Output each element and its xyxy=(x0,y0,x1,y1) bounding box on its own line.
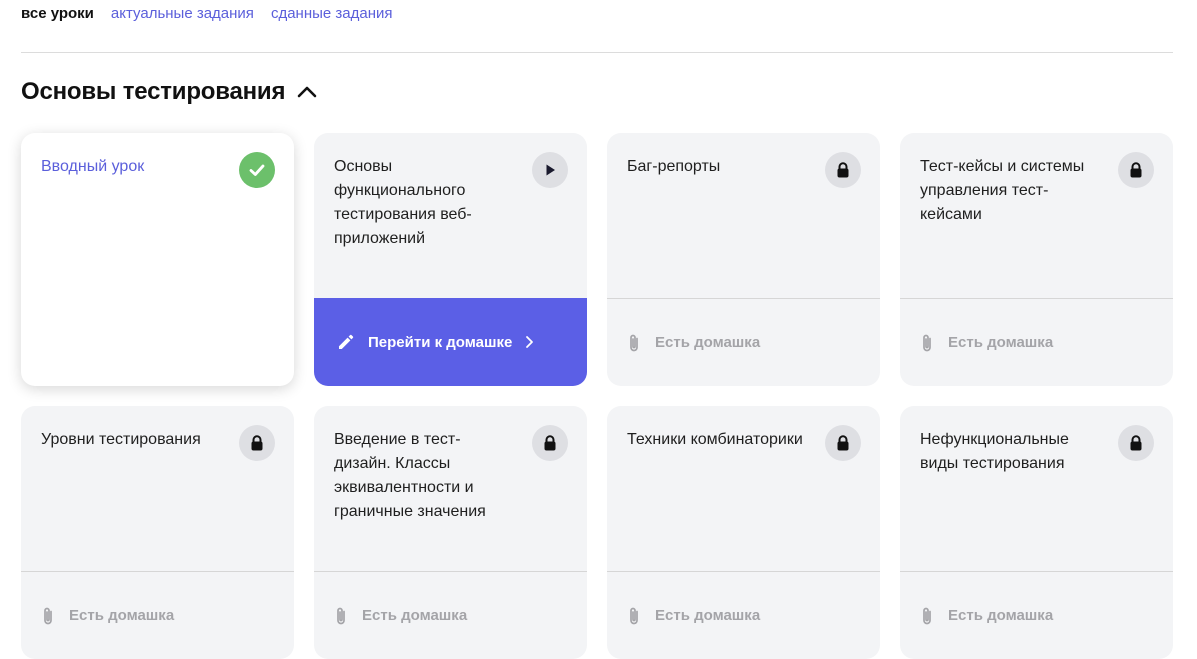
lesson-title: Уровни тестирования xyxy=(41,431,201,448)
homework-footer: Есть домашка xyxy=(21,571,294,659)
paperclip-icon xyxy=(630,607,638,624)
lesson-card-test-cases[interactable]: Тест-кейсы и системы управления тест-кей… xyxy=(900,133,1173,386)
lesson-title: Введение в тест-дизайн. Классы эквивален… xyxy=(334,431,486,520)
locked-status-badge xyxy=(825,425,861,461)
lesson-title: Вводный урок xyxy=(41,158,145,175)
homework-footer: Есть домашка xyxy=(607,298,880,386)
tab-submitted-tasks[interactable]: сданные задания xyxy=(271,5,393,22)
lessons-grid: Вводный урок Основы функционального тест… xyxy=(21,133,1173,659)
tab-current-tasks[interactable]: актуальные задания xyxy=(111,5,254,22)
paperclip-icon xyxy=(44,607,52,624)
lesson-card-testing-levels[interactable]: Уровни тестирования Есть домашка xyxy=(21,406,294,659)
locked-status-badge xyxy=(1118,152,1154,188)
lesson-card-nonfunctional[interactable]: Нефункциональные виды тестирования Есть … xyxy=(900,406,1173,659)
lesson-card-combinatorics[interactable]: Техники комбинаторики Есть домашка xyxy=(607,406,880,659)
locked-status-badge xyxy=(239,425,275,461)
lesson-card-bug-reports[interactable]: Баг-репорты Есть домашка xyxy=(607,133,880,386)
tabs-divider xyxy=(21,52,1173,53)
lock-icon xyxy=(837,162,849,178)
homework-label: Есть домашка xyxy=(948,607,1054,624)
lesson-title: Тест-кейсы и системы управления тест-кей… xyxy=(920,158,1085,223)
lock-icon xyxy=(544,435,556,451)
lesson-title: Техники комбинаторики xyxy=(627,431,803,448)
lesson-card-test-design[interactable]: Введение в тест-дизайн. Классы эквивален… xyxy=(314,406,587,659)
paperclip-icon xyxy=(337,607,345,624)
locked-status-badge xyxy=(1118,425,1154,461)
chevron-right-icon xyxy=(526,336,534,348)
go-to-homework-button[interactable]: Перейти к домашке xyxy=(314,298,587,386)
paperclip-icon xyxy=(630,334,638,351)
homework-label: Есть домашка xyxy=(948,334,1054,351)
locked-status-badge xyxy=(532,425,568,461)
completed-status-badge xyxy=(239,152,275,188)
lock-icon xyxy=(1130,435,1142,451)
homework-footer: Есть домашка xyxy=(900,571,1173,659)
lock-icon xyxy=(251,435,263,451)
lesson-title: Баг-репорты xyxy=(627,158,721,175)
section-title: Основы тестирования xyxy=(21,78,286,105)
pencil-icon xyxy=(339,334,354,349)
check-icon xyxy=(249,164,265,176)
lesson-card-intro[interactable]: Вводный урок xyxy=(21,133,294,386)
section-header: Основы тестирования xyxy=(21,78,319,106)
paperclip-icon xyxy=(923,334,931,351)
lesson-filter-tabs: все уроки актуальные задания сданные зад… xyxy=(21,5,393,22)
lesson-card-functional-testing[interactable]: Основы функционального тестирования веб-… xyxy=(314,133,587,386)
chevron-up-icon[interactable] xyxy=(295,80,319,104)
tab-all-lessons[interactable]: все уроки xyxy=(21,5,94,22)
play-icon xyxy=(546,164,555,176)
homework-button-label: Перейти к домашке xyxy=(368,333,513,351)
homework-label: Есть домашка xyxy=(69,607,175,624)
lesson-title: Основы функционального тестирования веб-… xyxy=(334,158,472,247)
homework-label: Есть домашка xyxy=(655,334,761,351)
lesson-title: Нефункциональные виды тестирования xyxy=(920,431,1069,472)
paperclip-icon xyxy=(923,607,931,624)
play-button[interactable] xyxy=(532,152,568,188)
homework-footer: Есть домашка xyxy=(900,298,1173,386)
homework-label: Есть домашка xyxy=(655,607,761,624)
homework-footer: Есть домашка xyxy=(607,571,880,659)
lock-icon xyxy=(1130,162,1142,178)
locked-status-badge xyxy=(825,152,861,188)
homework-label: Есть домашка xyxy=(362,607,468,624)
homework-footer: Есть домашка xyxy=(314,571,587,659)
lock-icon xyxy=(837,435,849,451)
